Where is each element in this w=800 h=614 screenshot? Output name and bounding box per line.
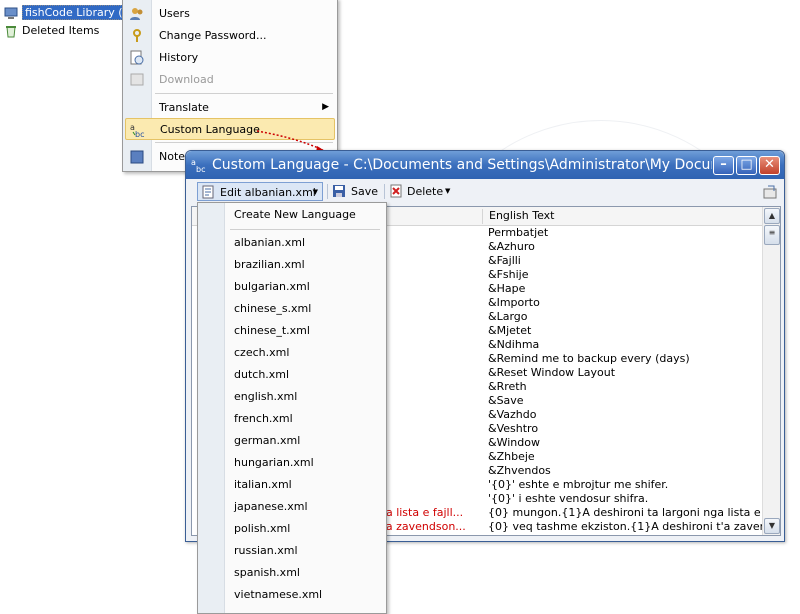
language-file-item[interactable]: german.xml bbox=[234, 431, 300, 451]
english-text-cell[interactable]: &Importo bbox=[488, 296, 540, 310]
language-file-item[interactable]: french.xml bbox=[234, 409, 293, 429]
language-dropdown: Create New Language albanian.xml brazilia… bbox=[197, 202, 387, 614]
menu-item-label: History bbox=[159, 51, 199, 64]
menu-item-label: Translate bbox=[159, 101, 209, 114]
export-icon[interactable] bbox=[762, 184, 778, 203]
minimize-button[interactable]: – bbox=[713, 156, 734, 175]
language-file-item[interactable]: english.xml bbox=[234, 387, 297, 407]
english-text-cell[interactable]: '{0}' eshte e mbrojtur me shifer. bbox=[488, 478, 668, 492]
language-file-item[interactable]: albanian.xml bbox=[234, 233, 305, 253]
tree-item-label: Deleted Items bbox=[22, 24, 100, 37]
english-text-cell[interactable]: {0} mungon.{1}A deshironi ta largoni nga… bbox=[488, 506, 780, 520]
edit-label: Edit albanian.xml bbox=[220, 186, 316, 199]
translated-cell[interactable]: nga lista e fajll... bbox=[372, 506, 480, 520]
close-button[interactable]: ✕ bbox=[759, 156, 780, 175]
tree-item-library[interactable]: fishCode Library (te bbox=[4, 5, 137, 21]
window-title: Custom Language - C:\Documents and Setti… bbox=[212, 157, 712, 173]
english-text-cell[interactable]: &Largo bbox=[488, 310, 528, 324]
create-new-language-item[interactable]: Create New Language bbox=[234, 205, 356, 225]
english-text-cell[interactable]: &Azhuro bbox=[488, 240, 535, 254]
english-text-cell[interactable]: &Mjetet bbox=[488, 324, 531, 338]
english-text-cell[interactable]: &Window bbox=[488, 436, 540, 450]
english-text-cell[interactable]: {0} veq tashme ekziston.{1}A deshironi t… bbox=[488, 520, 780, 534]
submenu-arrow-icon: ▶ bbox=[322, 102, 329, 112]
scroll-thumb[interactable]: ≡ bbox=[764, 225, 780, 245]
english-text-cell[interactable]: &Zhbeje bbox=[488, 450, 535, 464]
language-file-item[interactable]: polish.xml bbox=[234, 519, 290, 539]
language-file-item[interactable]: russian.xml bbox=[234, 541, 298, 561]
menu-separator bbox=[155, 93, 333, 94]
english-text-cell[interactable]: &Remind me to backup every (days) bbox=[488, 352, 690, 366]
language-file-item[interactable]: bulgarian.xml bbox=[234, 277, 310, 297]
maximize-button[interactable]: □ bbox=[736, 156, 757, 175]
floppy-disk-icon bbox=[332, 184, 346, 204]
language-file-item[interactable]: chinese_s.xml bbox=[234, 299, 311, 319]
toolbar: Edit albanian.xml ▼ Save Delete ▼ bbox=[190, 181, 780, 203]
tree-item-label: fishCode Library (te bbox=[22, 5, 137, 20]
language-file-item[interactable]: japanese.xml bbox=[234, 497, 308, 517]
users-icon bbox=[129, 6, 145, 22]
scroll-down-button[interactable]: ▼ bbox=[764, 518, 780, 534]
english-text-cell[interactable]: &Ndihma bbox=[488, 338, 539, 352]
english-text-cell[interactable]: &Zhvendos bbox=[488, 464, 551, 478]
english-text-cell[interactable]: &Fajlli bbox=[488, 254, 521, 268]
scroll-up-button[interactable]: ▲ bbox=[764, 208, 780, 224]
language-file-item[interactable]: dutch.xml bbox=[234, 365, 289, 385]
english-text-cell[interactable]: &Hape bbox=[488, 282, 525, 296]
english-text-cell[interactable]: '{0}' i eshte vendosur shifra. bbox=[488, 492, 648, 506]
title-bar[interactable]: a bc Custom Language - C:\Documents and S… bbox=[186, 151, 784, 179]
key-icon bbox=[129, 28, 145, 44]
language-file-item[interactable]: italian.xml bbox=[234, 475, 292, 495]
language-file-item[interactable]: chinese_t.xml bbox=[234, 321, 310, 341]
abc-language-icon: a bc bbox=[130, 122, 146, 139]
menu-item-label: Change Password... bbox=[159, 29, 267, 42]
toolbar-separator bbox=[327, 184, 328, 199]
menu-separator bbox=[230, 229, 380, 230]
toolbar-separator bbox=[384, 184, 385, 199]
chevron-down-icon: ▼ bbox=[312, 188, 318, 196]
recycle-bin-icon bbox=[4, 24, 18, 38]
column-header-english[interactable]: English Text bbox=[482, 209, 554, 224]
vertical-scrollbar[interactable]: ▲ ≡ ▼ bbox=[762, 207, 780, 535]
tree-item-deleted-items[interactable]: Deleted Items bbox=[4, 23, 99, 39]
save-label: Save bbox=[351, 185, 379, 198]
delete-icon bbox=[389, 184, 403, 204]
menu-item-label: Download bbox=[159, 73, 214, 86]
edit-language-dropdown-button[interactable]: Edit albanian.xml ▼ bbox=[197, 182, 323, 201]
menu-item-change-password[interactable]: Change Password... bbox=[125, 25, 335, 46]
menu-item-users[interactable]: Users bbox=[125, 3, 335, 24]
menu-item-history[interactable]: History bbox=[125, 47, 335, 68]
translated-cell[interactable]: i t'a zavendson... bbox=[372, 520, 480, 534]
save-button[interactable]: Save bbox=[332, 182, 380, 201]
menu-item-label: Users bbox=[159, 7, 190, 20]
history-icon bbox=[129, 50, 145, 66]
language-file-item[interactable]: vietnamese.xml bbox=[234, 585, 322, 605]
delete-button[interactable]: Delete ▼ bbox=[389, 182, 455, 201]
english-text-cell[interactable]: &Reset Window Layout bbox=[488, 366, 615, 380]
menu-gutter bbox=[198, 203, 225, 613]
language-file-item[interactable]: hungarian.xml bbox=[234, 453, 314, 473]
note-icon bbox=[129, 149, 145, 165]
delete-label: Delete bbox=[407, 185, 444, 198]
menu-item-label: Custom Language bbox=[160, 123, 260, 136]
svg-text:bc: bc bbox=[135, 130, 144, 138]
window-app-icon: a bc bbox=[191, 157, 207, 176]
library-icon bbox=[4, 6, 18, 20]
english-text-cell[interactable]: &Rreth bbox=[488, 380, 527, 394]
menu-item-download[interactable]: Download bbox=[125, 69, 335, 90]
chevron-down-icon: ▼ bbox=[445, 187, 451, 195]
english-text-cell[interactable]: &Fshije bbox=[488, 268, 529, 282]
svg-text:bc: bc bbox=[196, 165, 205, 173]
menu-item-label: Note bbox=[159, 150, 186, 163]
english-text-cell[interactable]: &Vazhdo bbox=[488, 408, 536, 422]
english-text-cell[interactable]: &Save bbox=[488, 394, 524, 408]
english-text-cell[interactable]: &Veshtro bbox=[488, 422, 538, 436]
download-icon bbox=[129, 72, 145, 88]
language-file-item[interactable]: czech.xml bbox=[234, 343, 289, 363]
menu-item-translate[interactable]: Translate ▶ bbox=[125, 97, 335, 118]
language-file-item[interactable]: brazilian.xml bbox=[234, 255, 305, 275]
english-text-cell[interactable]: Permbatjet bbox=[488, 226, 548, 240]
language-file-item[interactable]: spanish.xml bbox=[234, 563, 300, 583]
